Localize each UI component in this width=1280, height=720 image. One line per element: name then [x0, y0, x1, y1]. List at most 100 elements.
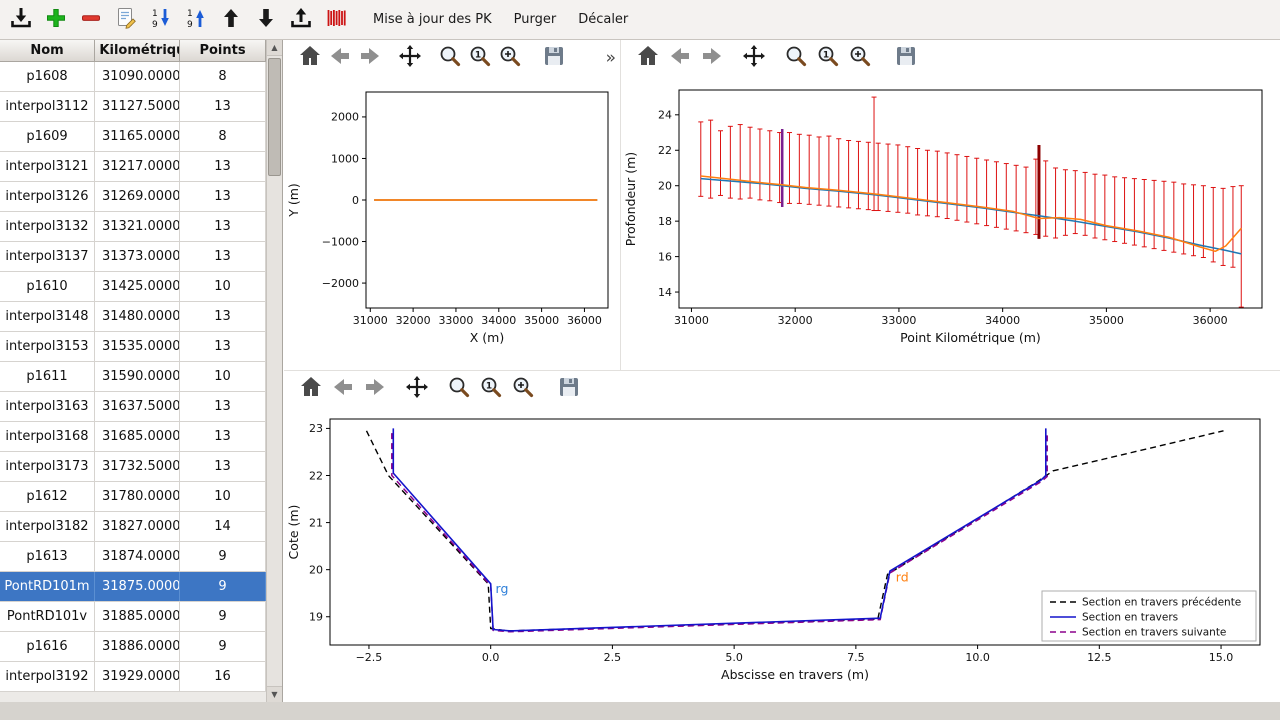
zoom-icon: [783, 43, 809, 73]
save-button[interactable]: [554, 374, 584, 404]
scrollbar-thumb[interactable]: [268, 58, 281, 176]
plan-view-chart[interactable]: 310003200033000340003500036000−2000−1000…: [284, 76, 620, 368]
add-section-button[interactable]: [39, 4, 72, 36]
table-row[interactable]: interpol316831685.000013: [0, 422, 266, 452]
save-button[interactable]: [540, 43, 568, 73]
cross-section-chart[interactable]: rgrd−2.50.02.55.07.510.012.515.019202122…: [284, 407, 1278, 703]
edit-section-button[interactable]: [109, 4, 142, 36]
zoom-one-icon: 1: [815, 43, 841, 73]
pan-button[interactable]: [739, 43, 769, 73]
table-header[interactable]: Nomt KilométriquPoints: [0, 40, 266, 62]
cross-section-panel: 1 rgrd−2.50.02.55.07.510.012.515.0192021…: [284, 370, 1280, 702]
toolbar-overflow-button[interactable]: »: [602, 48, 620, 68]
forward-button[interactable]: [697, 43, 727, 73]
column-header-1[interactable]: t Kilométriqu: [95, 40, 180, 61]
row-name: PontRD101m: [0, 572, 95, 601]
update-pk-button[interactable]: Mise à jour des PK: [362, 4, 503, 36]
row-points: 13: [180, 332, 266, 361]
svg-text:1: 1: [486, 382, 492, 392]
svg-text:35000: 35000: [524, 314, 559, 327]
table-row[interactable]: p161331874.00009: [0, 542, 266, 572]
move-down-button[interactable]: [249, 4, 282, 36]
table-row[interactable]: p161231780.000010: [0, 482, 266, 512]
save-button[interactable]: [891, 43, 921, 73]
row-points: 10: [180, 272, 266, 301]
table-row[interactable]: interpol313231321.000013: [0, 212, 266, 242]
back-button[interactable]: [326, 43, 354, 73]
zoom-button[interactable]: [781, 43, 811, 73]
table-row[interactable]: interpol312631269.000013: [0, 182, 266, 212]
svg-text:12.5: 12.5: [1087, 651, 1112, 664]
move-up-button[interactable]: [214, 4, 247, 36]
table-row[interactable]: interpol318231827.000014: [0, 512, 266, 542]
table-row[interactable]: interpol317331732.500013: [0, 452, 266, 482]
zoom-button[interactable]: [444, 374, 474, 404]
pan-icon: [397, 43, 423, 73]
long-profile-chart[interactable]: 3100032000330003400035000360001416182022…: [621, 76, 1278, 368]
zoom-button[interactable]: [436, 43, 464, 73]
table-row[interactable]: p160831090.00008: [0, 62, 266, 92]
remove-section-button[interactable]: [74, 4, 107, 36]
sort-ascending-button[interactable]: 19: [179, 4, 212, 36]
home-button[interactable]: [633, 43, 663, 73]
table-row[interactable]: PontRD101v31885.00009: [0, 602, 266, 632]
column-header-0[interactable]: Nom: [0, 40, 95, 61]
row-points: 8: [180, 122, 266, 151]
save-icon: [556, 374, 582, 404]
zoom-plus-button[interactable]: [845, 43, 875, 73]
pan-button[interactable]: [396, 43, 424, 73]
zoom-one-icon: 1: [467, 43, 493, 73]
pan-button[interactable]: [402, 374, 432, 404]
table-row[interactable]: interpol315331535.000013: [0, 332, 266, 362]
table-row[interactable]: interpol316331637.500013: [0, 392, 266, 422]
home-button[interactable]: [296, 43, 324, 73]
svg-text:1000: 1000: [331, 152, 359, 165]
zoom-plus-button[interactable]: [508, 374, 538, 404]
row-pk: 31217.0000: [95, 152, 180, 181]
column-header-2[interactable]: Points: [180, 40, 266, 61]
zoom-one-button[interactable]: 1: [476, 374, 506, 404]
row-pk: 31827.0000: [95, 512, 180, 541]
table-scrollbar[interactable]: ▲ ▼: [266, 40, 282, 702]
row-pk: 31165.0000: [95, 122, 180, 151]
back-button[interactable]: [665, 43, 695, 73]
shift-button[interactable]: Décaler: [567, 4, 639, 36]
svg-text:32000: 32000: [396, 314, 431, 327]
scroll-down-button[interactable]: ▼: [267, 686, 282, 702]
table-row[interactable]: interpol311231127.500013: [0, 92, 266, 122]
long-profile-panel: 1 31000320003300034000350003600014161820…: [621, 40, 1280, 370]
red-stripes-icon: [324, 6, 348, 34]
table-row[interactable]: p161131590.000010: [0, 362, 266, 392]
zoom-one-button[interactable]: 1: [813, 43, 843, 73]
zoom-one-button[interactable]: 1: [466, 43, 494, 73]
forward-button[interactable]: [360, 374, 390, 404]
table-row[interactable]: p161631886.00009: [0, 632, 266, 662]
back-button[interactable]: [328, 374, 358, 404]
home-button[interactable]: [296, 374, 326, 404]
table-row[interactable]: interpol319231929.000016: [0, 662, 266, 692]
import-button[interactable]: [4, 4, 37, 36]
back-icon: [330, 374, 356, 404]
sort-descending-button[interactable]: 19: [144, 4, 177, 36]
row-pk: 31886.0000: [95, 632, 180, 661]
table-row[interactable]: PontRD101m31875.00009: [0, 572, 266, 602]
table-row[interactable]: interpol312131217.000013: [0, 152, 266, 182]
svg-text:−1000: −1000: [322, 235, 359, 248]
table-row[interactable]: interpol314831480.000013: [0, 302, 266, 332]
table-row[interactable]: interpol313731373.000013: [0, 242, 266, 272]
row-pk: 31480.0000: [95, 302, 180, 331]
row-points: 13: [180, 152, 266, 181]
forward-button[interactable]: [356, 43, 384, 73]
purge-button[interactable]: Purger: [503, 4, 568, 36]
table-row[interactable]: p160931165.00008: [0, 122, 266, 152]
import-icon: [9, 6, 33, 34]
table-row[interactable]: p161031425.000010: [0, 272, 266, 302]
zoom-plus-button[interactable]: [496, 43, 524, 73]
sections-profile-button[interactable]: [319, 4, 352, 36]
zoom-icon: [437, 43, 463, 73]
export-button[interactable]: [284, 4, 317, 36]
svg-text:7.5: 7.5: [847, 651, 865, 664]
svg-text:Abscisse en travers (m): Abscisse en travers (m): [721, 667, 869, 682]
row-points: 13: [180, 182, 266, 211]
scroll-up-button[interactable]: ▲: [267, 40, 282, 56]
